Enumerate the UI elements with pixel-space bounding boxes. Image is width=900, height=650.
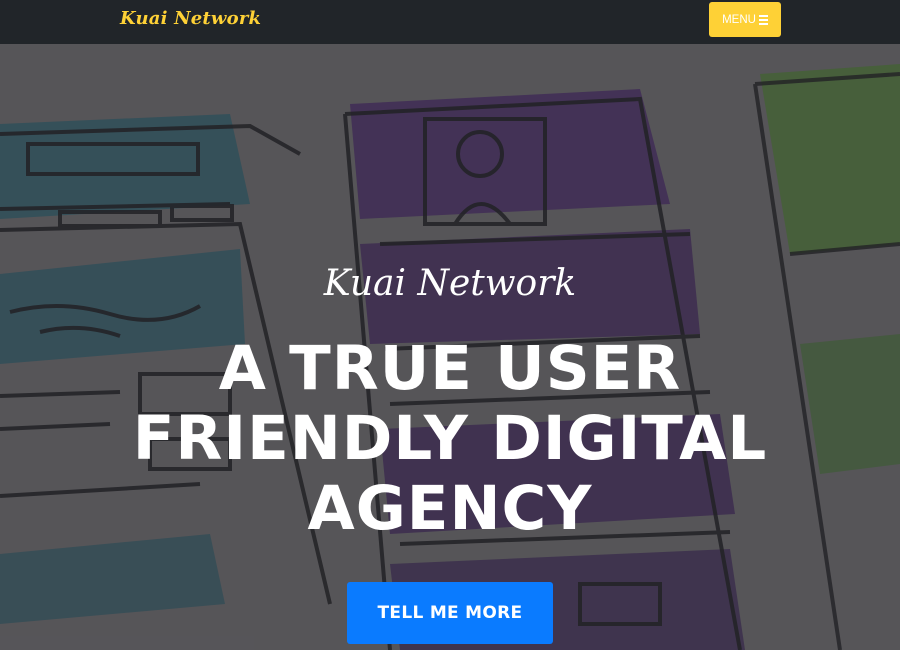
hero-section: Kuai Network A TRUE USER FRIENDLY DIGITA…	[0, 44, 900, 650]
menu-label: MENU	[722, 13, 756, 26]
hero-heading: A TRUE USER FRIENDLY DIGITAL AGENCY	[132, 333, 768, 544]
tell-me-more-button[interactable]: TELL ME MORE	[347, 582, 553, 644]
brand-logo[interactable]: Kuai Network	[120, 8, 261, 29]
hero-lead-in: Kuai Network	[323, 263, 577, 304]
menu-button[interactable]: MENU	[709, 2, 781, 37]
navbar: Kuai Network MENU	[0, 0, 900, 44]
hamburger-icon	[758, 14, 768, 25]
